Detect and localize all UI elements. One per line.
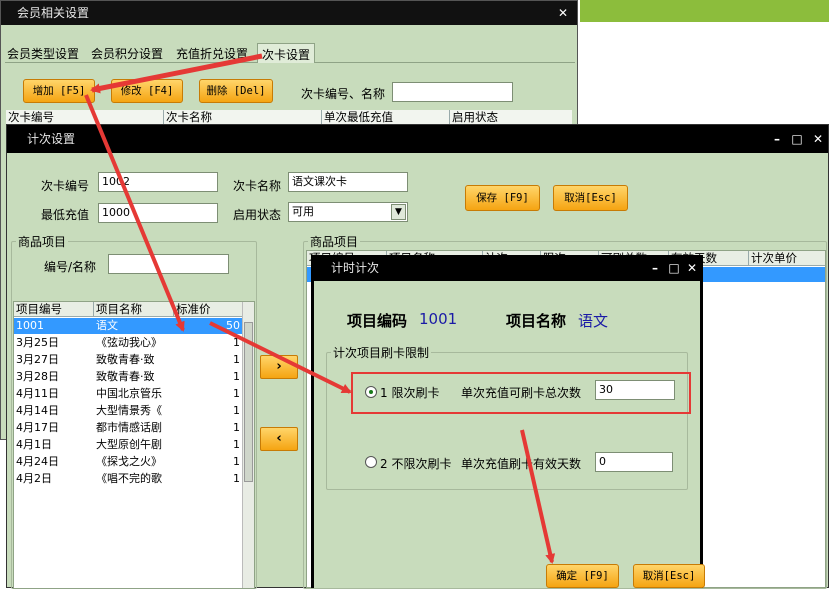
annotation-arrows — [84, 53, 556, 564]
arrow-tab-to-add — [90, 53, 263, 94]
arrow-option-to-confirm — [520, 429, 556, 564]
arrow-item-to-option — [209, 321, 352, 394]
arrow-add-to-item — [84, 94, 185, 332]
